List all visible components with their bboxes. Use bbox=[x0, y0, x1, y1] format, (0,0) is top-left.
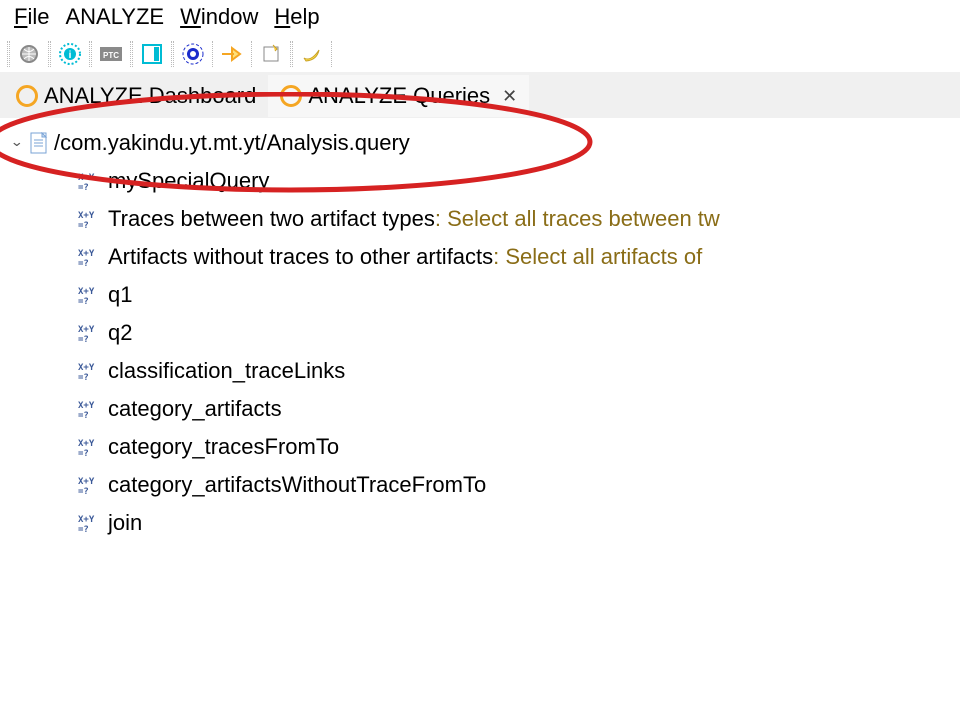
tree-item-label: Traces between two artifact types bbox=[108, 200, 435, 238]
svg-text:=?: =? bbox=[78, 221, 89, 229]
expand-arrow-icon[interactable]: ⌄ bbox=[10, 128, 28, 158]
menu-label-analyze: ANALYZE bbox=[65, 4, 164, 29]
menu-help[interactable]: Help bbox=[268, 2, 325, 32]
svg-text:X+Y: X+Y bbox=[78, 249, 95, 259]
tree-item-label: mySpecialQuery bbox=[108, 162, 269, 200]
tree-item-label: category_artifactsWithoutTraceFromTo bbox=[108, 466, 486, 504]
svg-text:X+Y: X+Y bbox=[78, 173, 95, 183]
toolbar-separator bbox=[89, 41, 92, 67]
tree-item-label: classification_traceLinks bbox=[108, 352, 345, 390]
tabbar: ANALYZE Dashboard ANALYZE Queries ✕ bbox=[0, 74, 960, 118]
menu-label-window: indow bbox=[201, 4, 258, 29]
query-icon: X+Y=? bbox=[78, 361, 102, 381]
query-icon: X+Y=? bbox=[78, 209, 102, 229]
toolbar-separator bbox=[251, 41, 252, 67]
svg-text:X+Y: X+Y bbox=[78, 287, 95, 297]
square-blue-icon[interactable] bbox=[136, 40, 168, 68]
svg-text:=?: =? bbox=[78, 449, 89, 457]
svg-text:i: i bbox=[69, 50, 72, 61]
svg-text:=?: =? bbox=[78, 525, 89, 533]
menu-analyze[interactable]: ANALYZE bbox=[59, 2, 170, 32]
tree-item[interactable]: X+Y=? q1 bbox=[0, 276, 960, 314]
tree-item-label: q1 bbox=[108, 276, 132, 314]
query-icon: X+Y=? bbox=[78, 399, 102, 419]
tree-item-label: category_tracesFromTo bbox=[108, 428, 339, 466]
menu-window[interactable]: Window bbox=[174, 2, 264, 32]
query-icon: X+Y=? bbox=[78, 285, 102, 305]
svg-text:=?: =? bbox=[78, 183, 89, 191]
tree-item[interactable]: X+Y=? q2 bbox=[0, 314, 960, 352]
svg-text:=?: =? bbox=[78, 335, 89, 343]
svg-text:PTC: PTC bbox=[103, 51, 119, 60]
tree-item-label: join bbox=[108, 504, 142, 542]
svg-text:=?: =? bbox=[78, 411, 89, 419]
svg-text:X+Y: X+Y bbox=[78, 363, 95, 373]
ring-icon bbox=[280, 85, 302, 107]
globe-icon[interactable] bbox=[13, 40, 45, 68]
query-icon: X+Y=? bbox=[78, 475, 102, 495]
tree-item[interactable]: X+Y=? Artifacts without traces to other a… bbox=[0, 238, 960, 276]
query-icon: X+Y=? bbox=[78, 171, 102, 191]
tree-item-desc: : Select all traces between tw bbox=[435, 200, 720, 238]
svg-text:=?: =? bbox=[78, 297, 89, 305]
arrow-right-icon[interactable] bbox=[216, 40, 248, 68]
tree-item[interactable]: X+Y=? mySpecialQuery bbox=[0, 162, 960, 200]
tree-item[interactable]: X+Y=? classification_traceLinks bbox=[0, 352, 960, 390]
svg-text:X+Y: X+Y bbox=[78, 325, 95, 335]
query-icon: X+Y=? bbox=[78, 247, 102, 267]
toolbar-separator bbox=[331, 41, 332, 67]
tree-item[interactable]: X+Y=? category_artifacts bbox=[0, 390, 960, 428]
tab-analyze-dashboard[interactable]: ANALYZE Dashboard bbox=[4, 75, 268, 117]
close-icon[interactable]: ✕ bbox=[502, 86, 517, 107]
tree-item[interactable]: X+Y=? join bbox=[0, 504, 960, 542]
menubar: File ANALYZE Window Help bbox=[0, 0, 960, 38]
tree-item-label: category_artifacts bbox=[108, 390, 282, 428]
tab-analyze-queries[interactable]: ANALYZE Queries ✕ bbox=[268, 75, 529, 117]
menu-label-help: elp bbox=[290, 4, 319, 29]
tab-label: ANALYZE Dashboard bbox=[44, 83, 256, 109]
query-icon: X+Y=? bbox=[78, 437, 102, 457]
toolbar-separator bbox=[290, 41, 293, 67]
document-icon bbox=[28, 132, 50, 154]
query-icon: X+Y=? bbox=[78, 513, 102, 533]
svg-text:=?: =? bbox=[78, 259, 89, 267]
tree-item[interactable]: X+Y=? Traces between two artifact types :… bbox=[0, 200, 960, 238]
toolbar-separator bbox=[7, 41, 10, 67]
toolbar-separator bbox=[171, 41, 174, 67]
tab-label: ANALYZE Queries bbox=[308, 83, 490, 109]
banana-icon[interactable] bbox=[296, 40, 328, 68]
ptc-icon[interactable]: PTC bbox=[95, 40, 127, 68]
menu-label-file: ile bbox=[27, 4, 49, 29]
tree-view: ⌄ /com.yakindu.yt.mt.yt/Analysis.query X… bbox=[0, 118, 960, 542]
toolbar: i PTC bbox=[0, 38, 960, 74]
toolbar-separator bbox=[130, 41, 133, 67]
tree-item[interactable]: X+Y=? category_tracesFromTo bbox=[0, 428, 960, 466]
tree-item[interactable]: X+Y=? category_artifactsWithoutTraceFromT… bbox=[0, 466, 960, 504]
ring-icon bbox=[16, 85, 38, 107]
toolbar-separator bbox=[212, 41, 213, 67]
new-doc-icon[interactable] bbox=[255, 40, 287, 68]
tree-item-label: Artifacts without traces to other artifa… bbox=[108, 238, 493, 276]
gear-icon[interactable] bbox=[177, 40, 209, 68]
svg-text:=?: =? bbox=[78, 487, 89, 495]
svg-text:X+Y: X+Y bbox=[78, 515, 95, 525]
svg-text:X+Y: X+Y bbox=[78, 439, 95, 449]
query-icon: X+Y=? bbox=[78, 323, 102, 343]
svg-text:X+Y: X+Y bbox=[78, 477, 95, 487]
tree-root[interactable]: ⌄ /com.yakindu.yt.mt.yt/Analysis.query bbox=[0, 124, 960, 162]
blue-badge-icon[interactable]: i bbox=[54, 40, 86, 68]
menu-file[interactable]: File bbox=[8, 2, 55, 32]
svg-text:=?: =? bbox=[78, 373, 89, 381]
svg-text:X+Y: X+Y bbox=[78, 211, 95, 221]
tree-item-desc: : Select all artifacts of bbox=[493, 238, 702, 276]
toolbar-separator bbox=[48, 41, 51, 67]
tree-item-label: q2 bbox=[108, 314, 132, 352]
svg-text:X+Y: X+Y bbox=[78, 401, 95, 411]
tree-path-label: /com.yakindu.yt.mt.yt/Analysis.query bbox=[54, 124, 410, 162]
